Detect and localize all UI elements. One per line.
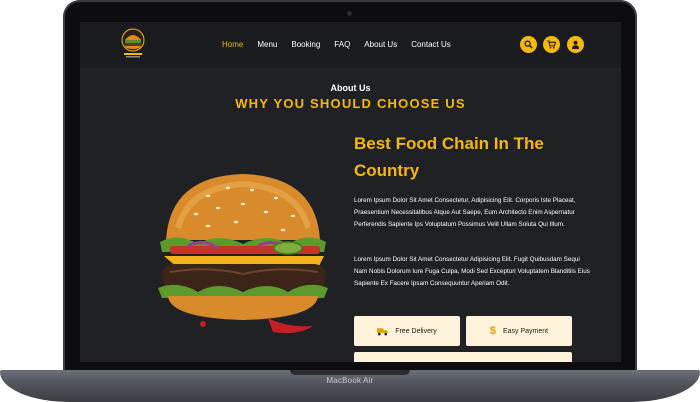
section-title: WHY YOU SHOULD CHOOSE US xyxy=(235,96,466,111)
logo[interactable] xyxy=(120,28,146,58)
about-paragraph-2: Lorem Ipsum Dolor Sit Amet Consectetur A… xyxy=(354,256,590,288)
burger-image xyxy=(158,174,328,334)
site-header: Home Menu Booking FAQ About Us Contact U… xyxy=(80,22,621,68)
laptop-model-name: MacBook Air xyxy=(326,376,374,385)
section-eyebrow: About Us xyxy=(330,83,371,93)
about-paragraph-1: Lorem Ipsum Dolor Sit Amet Consectetur, … xyxy=(354,197,576,229)
nav-menu[interactable]: Menu xyxy=(257,40,277,49)
feature-label: Easy Payment xyxy=(502,327,549,335)
search-icon xyxy=(524,40,533,49)
cart-button[interactable] xyxy=(543,36,560,53)
user-icon xyxy=(571,40,580,49)
cart-icon xyxy=(547,40,556,49)
nav-home[interactable]: Home xyxy=(222,40,243,49)
laptop-notch xyxy=(290,370,410,375)
main-nav: Home Menu Booking FAQ About Us Contact U… xyxy=(222,40,465,49)
user-button[interactable] xyxy=(567,36,584,53)
nav-contact-us[interactable]: Contact Us xyxy=(411,40,451,49)
truck-icon xyxy=(377,327,389,335)
search-button[interactable] xyxy=(520,36,537,53)
feature-free-delivery[interactable]: Free Delivery xyxy=(354,316,460,346)
feature-card-partial[interactable] xyxy=(354,352,572,362)
headline: Best Food Chain In The Country xyxy=(354,134,544,180)
dollar-icon: $ xyxy=(489,325,496,337)
nav-faq[interactable]: FAQ xyxy=(334,40,350,49)
nav-booking[interactable]: Booking xyxy=(291,40,320,49)
nav-about-us[interactable]: About Us xyxy=(364,40,397,49)
feature-easy-payment[interactable]: $ Easy Payment xyxy=(466,316,572,346)
feature-label: Free Delivery xyxy=(395,327,437,335)
camera-icon xyxy=(347,11,352,16)
browser-viewport: Home Menu Booking FAQ About Us Contact U… xyxy=(80,22,621,362)
